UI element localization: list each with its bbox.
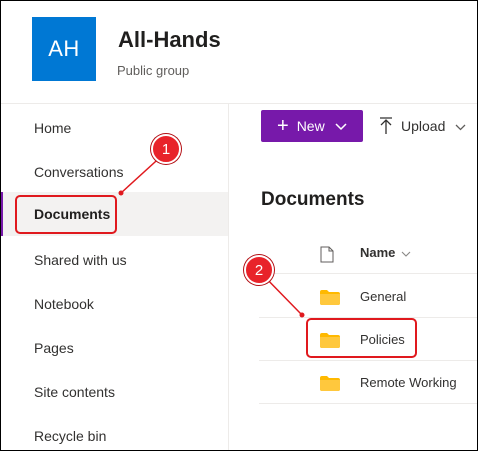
step-badge-1: 1 [151,134,181,164]
policies-highlight [306,318,417,358]
documents-highlight [15,195,117,234]
step-badge-2: 2 [244,255,274,285]
